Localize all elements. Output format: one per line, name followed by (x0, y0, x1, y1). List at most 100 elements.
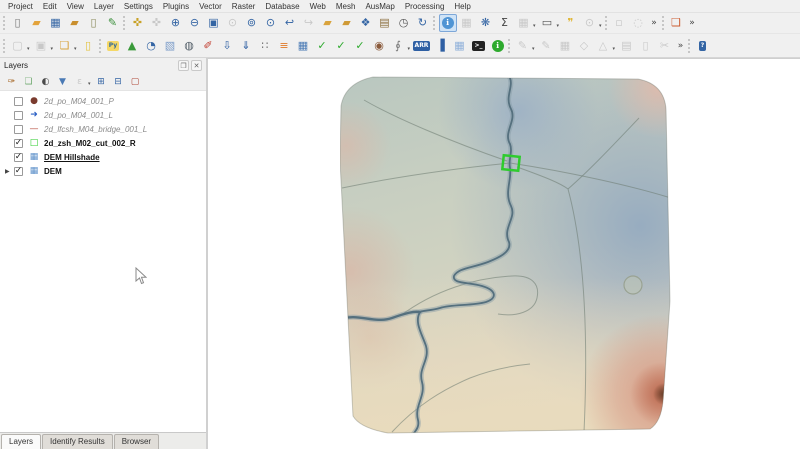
save-edits-icon[interactable]: ▦ ▾ (556, 37, 574, 55)
menu-item[interactable]: Plugins (158, 1, 194, 12)
polygon-star-icon[interactable]: ▲ ▾ (123, 37, 141, 55)
menu-item[interactable]: Raster (227, 1, 261, 12)
attribute-pin-icon[interactable]: ▯ ▾ (79, 37, 97, 55)
annotation-ball-icon[interactable]: ◌ ▾ (629, 14, 647, 32)
expand-all-icon[interactable]: ⊞ ▾ (93, 74, 109, 90)
bookmark-ribbon-icon[interactable]: ❖ ▾ (357, 14, 375, 32)
cut-features-icon[interactable]: ✂ ▾ (656, 37, 674, 55)
layer-checkbox[interactable]: ✓ (14, 139, 23, 148)
panel-tab[interactable]: Identify Results (42, 434, 113, 449)
delete-selected-icon[interactable]: ▯ ▾ (637, 37, 655, 55)
arr-plugin-icon[interactable]: ARR ▾ (413, 37, 431, 55)
layer-expander-icon[interactable]: ▶ (5, 168, 14, 175)
panel-tab[interactable]: Layers (1, 434, 41, 449)
terminal-icon[interactable]: >_ ▾ (470, 37, 488, 55)
tcp-tool-icon[interactable]: ∷ ▾ (256, 37, 274, 55)
new-project-icon[interactable]: ▯ ▾ (9, 14, 27, 32)
zoom-out-icon[interactable]: ⊖ ▾ (186, 14, 204, 32)
toolbar-grip[interactable]: ▾ (98, 38, 103, 54)
filter-legend-icon[interactable]: ▼ ▾ (55, 74, 71, 90)
collapse-all-icon[interactable]: ⊟ ▾ (110, 74, 126, 90)
zoom-native-icon[interactable]: ⊚ ▾ (243, 14, 261, 32)
toolbar-grip[interactable]: ▾ (3, 38, 8, 54)
help-icon[interactable]: ? ▾ (694, 37, 712, 55)
project-properties-icon[interactable]: ▰ ▾ (66, 14, 84, 32)
manage-layers-icon[interactable]: ❑ ▾ (667, 14, 685, 32)
panel-dock-icon[interactable]: ❐ (178, 60, 189, 71)
new-bookmark-icon[interactable]: ▰ ▾ (319, 14, 337, 32)
raster-image-icon[interactable]: ▦ ▾ (294, 37, 312, 55)
modify-attributes-icon[interactable]: ▤ ▾ (618, 37, 636, 55)
layer-checkbox[interactable]: ✓ (14, 153, 23, 162)
toolbar-grip[interactable]: ▾ (508, 38, 513, 54)
pan-map-icon[interactable]: ✜ ▾ (129, 14, 147, 32)
layer-checkbox[interactable]: ✓ (14, 167, 23, 176)
check-style-icon[interactable]: ✓ ▾ (313, 37, 331, 55)
python-console-icon[interactable]: Py ▾ (104, 37, 122, 55)
remove-layer-icon[interactable]: ▢ ▾ (127, 74, 143, 90)
add-group-icon[interactable]: ❏ ▾ (21, 74, 37, 90)
layer-row[interactable]: ✓ — 2d_lfcsh_M04_bridge_001_L (0, 122, 206, 136)
bookmark-book-icon[interactable]: ▤ ▾ (376, 14, 394, 32)
zoom-in-icon[interactable]: ⊕ ▾ (167, 14, 185, 32)
layer-checkbox[interactable]: ✓ (14, 111, 23, 120)
menu-item[interactable]: Layer (89, 1, 119, 12)
mesh-grid-icon[interactable]: ▦ ▾ (451, 37, 469, 55)
temporal-controller-icon[interactable]: ◷ ▾ (395, 14, 413, 32)
red-annotation-icon[interactable]: ✐ ▾ (199, 37, 217, 55)
menu-item[interactable]: AusMap (360, 1, 399, 12)
green-identify-icon[interactable]: ℹ ▾ (489, 37, 507, 55)
toolbar-grip[interactable]: ▾ (3, 15, 8, 31)
toolbar-grip[interactable]: ▾ (688, 38, 693, 54)
style-manager-icon[interactable]: ✎ ▾ (104, 14, 122, 32)
select-features-icon[interactable]: ▢ ▾ (9, 37, 27, 55)
filter-expression-icon[interactable]: ε ▾ (72, 74, 88, 90)
menu-item[interactable]: Vector (194, 1, 227, 12)
download-data-icon[interactable]: ⇓ ▾ (237, 37, 255, 55)
overflow-chevron-icon[interactable]: » ▾ (648, 14, 660, 32)
panel-close-icon[interactable]: ✕ (191, 60, 202, 71)
globe-shield-icon[interactable]: ◍ ▾ (180, 37, 198, 55)
download-icon[interactable]: ⇩ ▾ (218, 37, 236, 55)
zoom-full-icon[interactable]: ▣ ▾ (205, 14, 223, 32)
zoom-to-selection-icon[interactable]: ⊙ ▾ (224, 14, 242, 32)
new-map-view-icon[interactable]: ▦ ▾ (515, 14, 533, 32)
refresh-icon[interactable]: ↻ ▾ (414, 14, 432, 32)
layer-styling-icon[interactable]: ✑ ▾ (4, 74, 20, 90)
toolbar-grip[interactable]: ▾ (604, 15, 609, 31)
identify-features-icon[interactable]: ℹ ▾ (439, 14, 457, 32)
show-bookmarks-icon[interactable]: ▰ ▾ (338, 14, 356, 32)
menu-item[interactable]: Help (449, 1, 475, 12)
open-project-icon[interactable]: ▰ ▾ (28, 14, 46, 32)
zoom-actions-icon[interactable]: ⊙ ▾ (581, 14, 599, 32)
menu-item[interactable]: Processing (400, 1, 450, 12)
map-canvas[interactable] (208, 58, 800, 449)
layer-row[interactable]: ✓ □ 2d_zsh_M02_cut_002_R (0, 136, 206, 150)
add-feature-icon[interactable]: ◇ ▾ (575, 37, 593, 55)
bear-plugin-icon[interactable]: ◉ ▾ (370, 37, 388, 55)
layer-row[interactable]: ✓ ➜ 2d_po_M04_001_L (0, 108, 206, 122)
toolbar-grip[interactable]: ▾ (433, 15, 438, 31)
menu-item[interactable]: Mesh (331, 1, 361, 12)
menu-item[interactable]: Settings (119, 1, 158, 12)
toggle-editing-icon[interactable]: ✎ ▾ (537, 37, 555, 55)
panel-tab[interactable]: Browser (114, 434, 159, 449)
attachment-icon[interactable]: ∮ ▾ (389, 37, 407, 55)
annotation-icon[interactable]: ▫ ▾ (610, 14, 628, 32)
toolbar-grip[interactable]: ▾ (661, 15, 666, 31)
toolbar-grip[interactable]: ▾ (123, 15, 128, 31)
layout-manager-icon[interactable]: ▯ ▾ (85, 14, 103, 32)
menu-item[interactable]: Database (260, 1, 304, 12)
deselect-features-icon[interactable]: ▣ ▾ (32, 37, 50, 55)
legend-bars-icon[interactable]: ≡ ▾ (275, 37, 293, 55)
zoom-last-icon[interactable]: ↩ ▾ (281, 14, 299, 32)
layer-checkbox[interactable]: ✓ (14, 97, 23, 106)
measure-icon[interactable]: ▭ ▾ (538, 14, 556, 32)
layer-checkbox[interactable]: ✓ (14, 125, 23, 134)
attribute-table-icon[interactable]: ▦ ▾ (458, 14, 476, 32)
menu-item[interactable]: Edit (38, 1, 62, 12)
current-edits-icon[interactable]: ✎ ▾ (514, 37, 532, 55)
menu-item[interactable]: Web (305, 1, 331, 12)
overflow-chevron-icon[interactable]: » ▾ (675, 37, 687, 55)
statistics-icon[interactable]: Σ ▾ (496, 14, 514, 32)
